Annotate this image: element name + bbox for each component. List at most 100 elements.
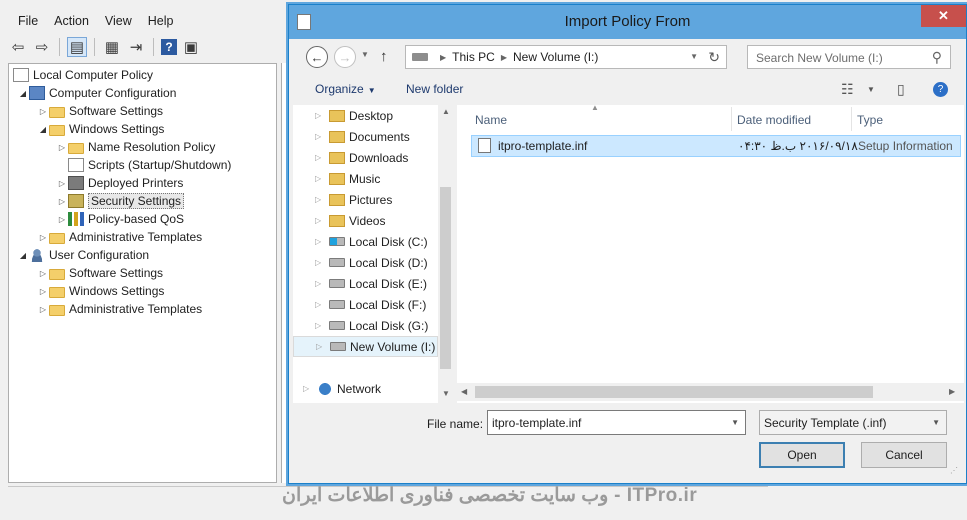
properties-icon[interactable]: ▦ bbox=[102, 37, 122, 57]
tree-item-scripts[interactable]: Scripts (Startup/Shutdown) bbox=[56, 156, 231, 174]
tree-item-user-software-settings[interactable]: ▷ Software Settings bbox=[37, 264, 163, 282]
preview-pane-icon[interactable]: ▯ bbox=[897, 81, 905, 98]
scroll-down-icon[interactable]: ▼ bbox=[442, 389, 450, 398]
scrollbar-thumb[interactable] bbox=[440, 187, 451, 369]
tree-item-user-administrative-templates[interactable]: ▷ Administrative Templates bbox=[37, 300, 202, 318]
chevron-down-icon[interactable]: ▼ bbox=[731, 418, 739, 427]
chevron-right-icon[interactable]: ▷ bbox=[315, 174, 325, 183]
nav-item-local-disk-e[interactable]: ▷ Local Disk (E:) bbox=[293, 273, 438, 294]
chevron-right-icon[interactable]: ▷ bbox=[315, 258, 325, 267]
chevron-right-icon[interactable]: ▷ bbox=[315, 111, 325, 120]
tree-item-name-resolution-policy[interactable]: ▷ Name Resolution Policy bbox=[56, 138, 215, 156]
chevron-right-icon[interactable]: ▷ bbox=[316, 342, 326, 351]
close-button[interactable]: ✕ bbox=[921, 5, 966, 27]
tree-item-computer-configuration[interactable]: ◢ Computer Configuration bbox=[17, 84, 176, 102]
nav-item-local-disk-g[interactable]: ▷ Local Disk (G:) bbox=[293, 315, 438, 336]
chevron-right-icon[interactable]: ▷ bbox=[315, 321, 325, 330]
nav-item-local-disk-c[interactable]: ▷ Local Disk (C:) bbox=[293, 231, 438, 252]
chevron-right-icon[interactable]: ▷ bbox=[315, 195, 325, 204]
horizontal-scrollbar[interactable]: ◀ ▶ bbox=[457, 383, 964, 401]
refresh-icon[interactable]: ↻ bbox=[708, 49, 720, 66]
collapsed-arrow-icon[interactable]: ▷ bbox=[37, 305, 49, 314]
export-list-icon[interactable]: ⇥ bbox=[126, 37, 146, 57]
collapsed-arrow-icon[interactable]: ▷ bbox=[37, 287, 49, 296]
collapsed-arrow-icon[interactable]: ▷ bbox=[37, 107, 49, 116]
scroll-left-icon[interactable]: ◀ bbox=[461, 387, 467, 396]
nav-item-network[interactable]: ▷ Network bbox=[293, 378, 438, 399]
chevron-right-icon[interactable]: ▶ bbox=[501, 53, 507, 62]
chevron-down-icon[interactable]: ▼ bbox=[932, 418, 940, 427]
nav-item-local-disk-d[interactable]: ▷ Local Disk (D:) bbox=[293, 252, 438, 273]
nav-item-new-volume-i[interactable]: ▷ New Volume (I:) bbox=[293, 336, 438, 357]
file-type-select[interactable]: Security Template (.inf) ▼ bbox=[759, 410, 947, 435]
open-button[interactable]: Open bbox=[759, 442, 845, 468]
back-icon[interactable]: ← bbox=[306, 46, 328, 68]
tree-item-user-windows-settings[interactable]: ▷ Windows Settings bbox=[37, 282, 164, 300]
menu-help[interactable]: Help bbox=[140, 12, 182, 30]
help-icon[interactable]: ? bbox=[933, 82, 948, 97]
forward-icon[interactable]: ⇨ bbox=[32, 37, 52, 57]
column-header-type[interactable]: Type bbox=[851, 105, 883, 131]
chevron-down-icon[interactable]: ▼ bbox=[867, 85, 875, 94]
resize-grip-icon[interactable]: ⋰ bbox=[950, 466, 958, 475]
help-icon[interactable]: ? bbox=[161, 39, 177, 55]
column-header-name[interactable]: Name bbox=[469, 105, 507, 131]
expanded-arrow-icon[interactable]: ◢ bbox=[37, 125, 49, 134]
breadcrumb-new-volume[interactable]: New Volume (I:) bbox=[513, 50, 598, 64]
collapsed-arrow-icon[interactable]: ▷ bbox=[37, 233, 49, 242]
show-hide-icon[interactable]: ▣ bbox=[181, 37, 201, 57]
chevron-right-icon[interactable]: ▷ bbox=[315, 153, 325, 162]
menu-view[interactable]: View bbox=[97, 12, 140, 30]
dialog-titlebar[interactable]: Import Policy From ✕ bbox=[289, 5, 966, 39]
collapsed-arrow-icon[interactable]: ▷ bbox=[56, 197, 68, 206]
collapsed-arrow-icon[interactable]: ▷ bbox=[56, 179, 68, 188]
back-icon[interactable]: ⇦ bbox=[8, 37, 28, 57]
file-name-input[interactable]: itpro-template.inf ▼ bbox=[487, 410, 746, 435]
tree-item-windows-settings[interactable]: ◢ Windows Settings bbox=[37, 120, 164, 138]
file-row[interactable]: itpro-template.inf ۲۰۱۶/۰۹/۱۸ ب.ظ ۰۴:۳۰ … bbox=[471, 135, 961, 157]
tree-item-administrative-templates[interactable]: ▷ Administrative Templates bbox=[37, 228, 202, 246]
breadcrumb-this-pc[interactable]: This PC bbox=[452, 50, 495, 64]
view-options-icon[interactable]: ☷ bbox=[841, 81, 854, 98]
forward-icon[interactable]: → bbox=[334, 46, 356, 68]
scrollbar-thumb[interactable] bbox=[475, 386, 873, 398]
scroll-up-icon[interactable]: ▲ bbox=[442, 107, 450, 116]
nav-scrollbar[interactable]: ▲ ▼ bbox=[438, 105, 453, 403]
chevron-right-icon[interactable]: ▷ bbox=[315, 237, 325, 246]
menu-action[interactable]: Action bbox=[46, 12, 97, 30]
tree-item-policy-based-qos[interactable]: ▷ Policy-based QoS bbox=[56, 210, 184, 228]
collapsed-arrow-icon[interactable]: ▷ bbox=[56, 215, 68, 224]
tree-item-local-computer-policy[interactable]: Local Computer Policy bbox=[13, 66, 153, 84]
nav-item-local-disk-f[interactable]: ▷ Local Disk (F:) bbox=[293, 294, 438, 315]
new-folder-button[interactable]: New folder bbox=[406, 82, 463, 96]
chevron-right-icon[interactable]: ▷ bbox=[315, 132, 325, 141]
scroll-right-icon[interactable]: ▶ bbox=[949, 387, 955, 396]
collapsed-arrow-icon[interactable]: ▷ bbox=[56, 143, 68, 152]
nav-item-documents[interactable]: ▷ Documents bbox=[293, 126, 438, 147]
chevron-right-icon[interactable]: ▷ bbox=[315, 216, 325, 225]
tree-item-deployed-printers[interactable]: ▷ Deployed Printers bbox=[56, 174, 183, 192]
nav-item-desktop[interactable]: ▷ Desktop bbox=[293, 105, 438, 126]
recent-locations-icon[interactable]: ▼ bbox=[361, 50, 369, 59]
collapsed-arrow-icon[interactable]: ▷ bbox=[37, 269, 49, 278]
tree-item-security-settings[interactable]: ▷ Security Settings bbox=[56, 192, 185, 210]
up-icon[interactable]: ↑ bbox=[380, 48, 388, 65]
nav-item-downloads[interactable]: ▷ Downloads bbox=[293, 147, 438, 168]
menu-file[interactable]: File bbox=[10, 12, 46, 30]
organize-button[interactable]: Organize ▼ bbox=[315, 82, 376, 96]
search-input[interactable]: Search New Volume (I:) ⚲ bbox=[747, 45, 951, 69]
chevron-right-icon[interactable]: ▶ bbox=[440, 53, 446, 62]
cancel-button[interactable]: Cancel bbox=[861, 442, 947, 468]
chevron-right-icon[interactable]: ▷ bbox=[303, 384, 313, 393]
expanded-arrow-icon[interactable]: ◢ bbox=[17, 89, 29, 98]
chevron-right-icon[interactable]: ▷ bbox=[315, 279, 325, 288]
chevron-right-icon[interactable]: ▷ bbox=[315, 300, 325, 309]
nav-item-music[interactable]: ▷ Music bbox=[293, 168, 438, 189]
expanded-arrow-icon[interactable]: ◢ bbox=[17, 251, 29, 260]
tree-item-software-settings[interactable]: ▷ Software Settings bbox=[37, 102, 163, 120]
column-header-date-modified[interactable]: Date modified bbox=[731, 105, 811, 131]
address-bar[interactable]: ▶ This PC ▶ New Volume (I:) ▼ ↻ bbox=[405, 45, 727, 69]
tree-item-user-configuration[interactable]: ◢ User Configuration bbox=[17, 246, 149, 264]
nav-item-pictures[interactable]: ▷ Pictures bbox=[293, 189, 438, 210]
nav-item-videos[interactable]: ▷ Videos bbox=[293, 210, 438, 231]
